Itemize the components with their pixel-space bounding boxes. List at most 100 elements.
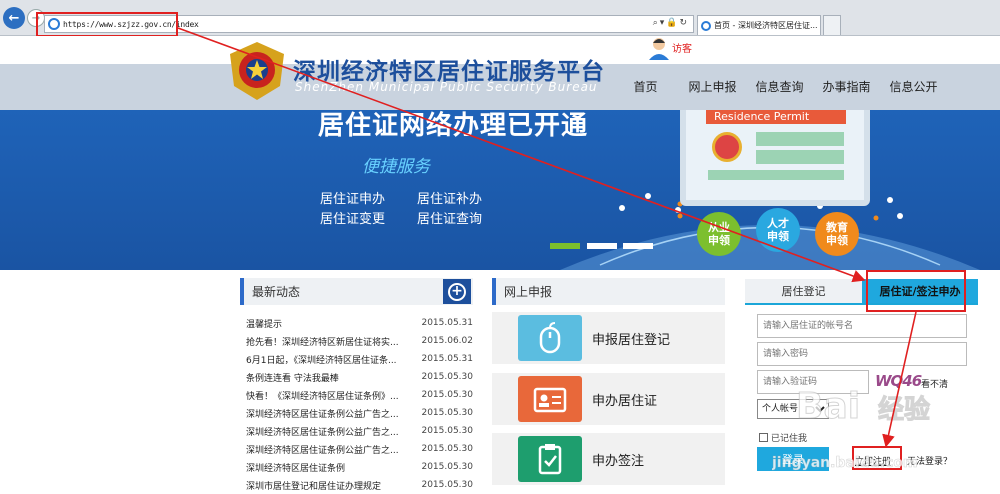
address-controls-icon[interactable]: ⌕▾🔒↻ (653, 18, 689, 28)
mouse-icon (518, 315, 582, 361)
circle-employment[interactable]: 从业 申领 (697, 212, 741, 256)
captcha-image[interactable]: WQ46 (875, 372, 922, 390)
banner-link-apply[interactable]: 居住证申办 (320, 188, 385, 207)
news-item-date: 2015.05.31 (421, 354, 473, 364)
apply-header: 网上申报 (492, 278, 725, 305)
residence-permit-mockup: Residence Permit (680, 110, 870, 206)
news-item-title[interactable]: 抢先看！深圳经济特区新居住证将实... (246, 335, 401, 348)
remember-me-checkbox[interactable]: 已记住我 (759, 431, 807, 444)
apply-residence-registration-button[interactable]: 申报居住登记 (492, 312, 725, 364)
news-item-title[interactable]: 快看！《深圳经济特区居住证条例》... (246, 389, 401, 402)
news-item-title[interactable]: 深圳经济特区居住证条例公益广告之... (246, 407, 401, 420)
news-item-title[interactable]: 温馨提示 (246, 317, 401, 330)
news-item-title[interactable]: 深圳市居住登记和居住证办理规定 (246, 479, 401, 492)
tab-title: 首页 - 深圳经济特区居住证... (714, 21, 818, 30)
banner-subtitle: 便捷服务 (362, 157, 430, 177)
news-item-date: 2015.05.30 (421, 444, 473, 454)
captcha-input[interactable] (757, 370, 869, 394)
captcha-refresh-link[interactable]: 看不清 (921, 377, 948, 390)
user-avatar-icon[interactable] (648, 36, 670, 60)
news-item-date: 2015.05.31 (421, 318, 473, 328)
banner-link-change[interactable]: 居住证变更 (320, 208, 385, 227)
list-item[interactable]: 抢先看！深圳经济特区新居住证将实... 2015.06.02 (240, 332, 473, 350)
list-item[interactable]: 条例连连看 守法我最棒 2015.05.30 (240, 368, 473, 386)
list-item[interactable]: 深圳经济特区居住证条例公益广告之... 2015.05.30 (240, 440, 473, 458)
news-item-title[interactable]: 深圳经济特区居住证条例公益广告之... (246, 425, 401, 438)
watermark-brand2: 经验 (878, 394, 930, 425)
police-emblem-icon (230, 42, 284, 100)
hero-banner[interactable]: 居住证网络办理已开通 便捷服务 居住证申办 居住证补办 居住证变更 居住证查询 … (0, 110, 1000, 270)
mockup-field (708, 170, 844, 180)
news-item-date: 2015.05.30 (421, 390, 473, 400)
news-item-date: 2015.05.30 (421, 462, 473, 472)
tab-residence-registration[interactable]: 居住登记 (745, 279, 862, 303)
list-item[interactable]: 深圳经济特区居住证条例 2015.05.30 (240, 458, 473, 476)
browser-tab[interactable]: 首页 - 深圳经济特区居住证... × (697, 15, 821, 35)
account-type-select[interactable]: 个人帐号 (757, 399, 829, 419)
news-item-title[interactable]: 深圳经济特区居住证条例公益广告之... (246, 443, 401, 456)
account-input[interactable] (757, 314, 967, 338)
news-header: 最新动态 + (240, 278, 473, 305)
password-input[interactable] (757, 342, 967, 366)
news-item-title[interactable]: 深圳经济特区居住证条例 (246, 461, 401, 474)
news-item-title[interactable]: 6月1日起，《深圳经济特区居住证条... (246, 353, 401, 366)
apply-residence-permit-button[interactable]: 申办居住证 (492, 373, 725, 425)
forgot-login-link[interactable]: 无法登录？ (907, 454, 952, 467)
main-nav: 首页 网上申报 信息查询 办事指南 信息公开 (612, 78, 947, 95)
mockup-label: Residence Permit (706, 110, 846, 124)
apply-endorsement-button[interactable]: 申办签注 (492, 433, 725, 485)
mockup-emblem-icon (712, 132, 742, 162)
back-arrow-icon[interactable]: ← (3, 7, 25, 29)
news-item-date: 2015.05.30 (421, 372, 473, 382)
banner-title: 居住证网络办理已开通 (318, 111, 589, 141)
visitor-link[interactable]: 访客 (672, 40, 692, 55)
banner-link-query[interactable]: 居住证查询 (417, 208, 482, 227)
remember-label: 已记住我 (771, 434, 808, 444)
news-panel: 最新动态 + 温馨提示 2015.05.31 抢先看！深圳经济特区新居住证将实..… (240, 278, 473, 494)
permit-tab-highlight-box (866, 270, 966, 312)
online-apply-panel: 网上申报 申报居住登记 申办居住证 申办签注 (492, 278, 725, 485)
mockup-field (756, 132, 844, 146)
list-item[interactable]: 深圳经济特区居住证条例公益广告之... 2015.05.30 (240, 404, 473, 422)
plus-icon: + (448, 282, 466, 301)
circle-talent-label: 人才 申领 (767, 217, 789, 243)
ie-tab-icon (701, 20, 711, 31)
list-item[interactable]: 快看！《深圳经济特区居住证条例》... 2015.05.30 (240, 386, 473, 404)
circle-employment-label: 从业 申领 (708, 221, 730, 247)
list-item[interactable]: 6月1日起，《深圳经济特区居住证条... 2015.05.31 (240, 350, 473, 368)
list-item[interactable]: 深圳市居住登记和居住证办理规定 2015.05.30 (240, 476, 473, 494)
url-highlight-box (36, 12, 178, 37)
apply-label: 申办居住证 (592, 393, 658, 409)
apply-label: 申办签注 (592, 453, 645, 469)
slide-dot-1[interactable] (550, 243, 580, 249)
list-item[interactable]: 温馨提示 2015.05.31 (240, 314, 473, 332)
nav-info-query[interactable]: 信息查询 (746, 78, 813, 95)
site-subtitle: ShenZhen Municipal Public Security Burea… (295, 80, 598, 94)
news-item-date: 2015.05.30 (421, 426, 473, 436)
news-list: 温馨提示 2015.05.31 抢先看！深圳经济特区新居住证将实... 2015.0… (240, 314, 473, 494)
nav-service-guide[interactable]: 办事指南 (813, 78, 880, 95)
clipboard-check-icon (518, 436, 582, 482)
mockup-field (756, 150, 844, 164)
news-item-date: 2015.05.30 (421, 408, 473, 418)
slide-dot-3[interactable] (623, 243, 653, 249)
news-title: 最新动态 (252, 285, 301, 299)
circle-education[interactable]: 教育 申领 (815, 212, 859, 256)
circle-education-label: 教育 申领 (826, 221, 848, 247)
id-card-icon (518, 376, 582, 422)
banner-link-reissue[interactable]: 居住证补办 (417, 188, 482, 207)
nav-online-apply[interactable]: 网上申报 (679, 78, 746, 95)
checkbox-icon[interactable] (759, 433, 768, 442)
slide-dot-2[interactable] (587, 243, 617, 249)
circle-talent[interactable]: 人才 申领 (756, 208, 800, 252)
nav-info-public[interactable]: 信息公开 (880, 78, 947, 95)
new-tab-button[interactable] (823, 15, 841, 35)
login-button[interactable]: 登录 (757, 447, 829, 471)
news-item-title[interactable]: 条例连连看 守法我最棒 (246, 371, 401, 384)
news-item-date: 2015.05.30 (421, 480, 473, 490)
list-item[interactable]: 深圳经济特区居住证条例公益广告之... 2015.05.30 (240, 422, 473, 440)
news-more-button[interactable]: + (443, 279, 471, 304)
news-item-date: 2015.06.02 (421, 336, 473, 346)
apply-title: 网上申报 (504, 285, 553, 299)
nav-home[interactable]: 首页 (612, 78, 679, 95)
